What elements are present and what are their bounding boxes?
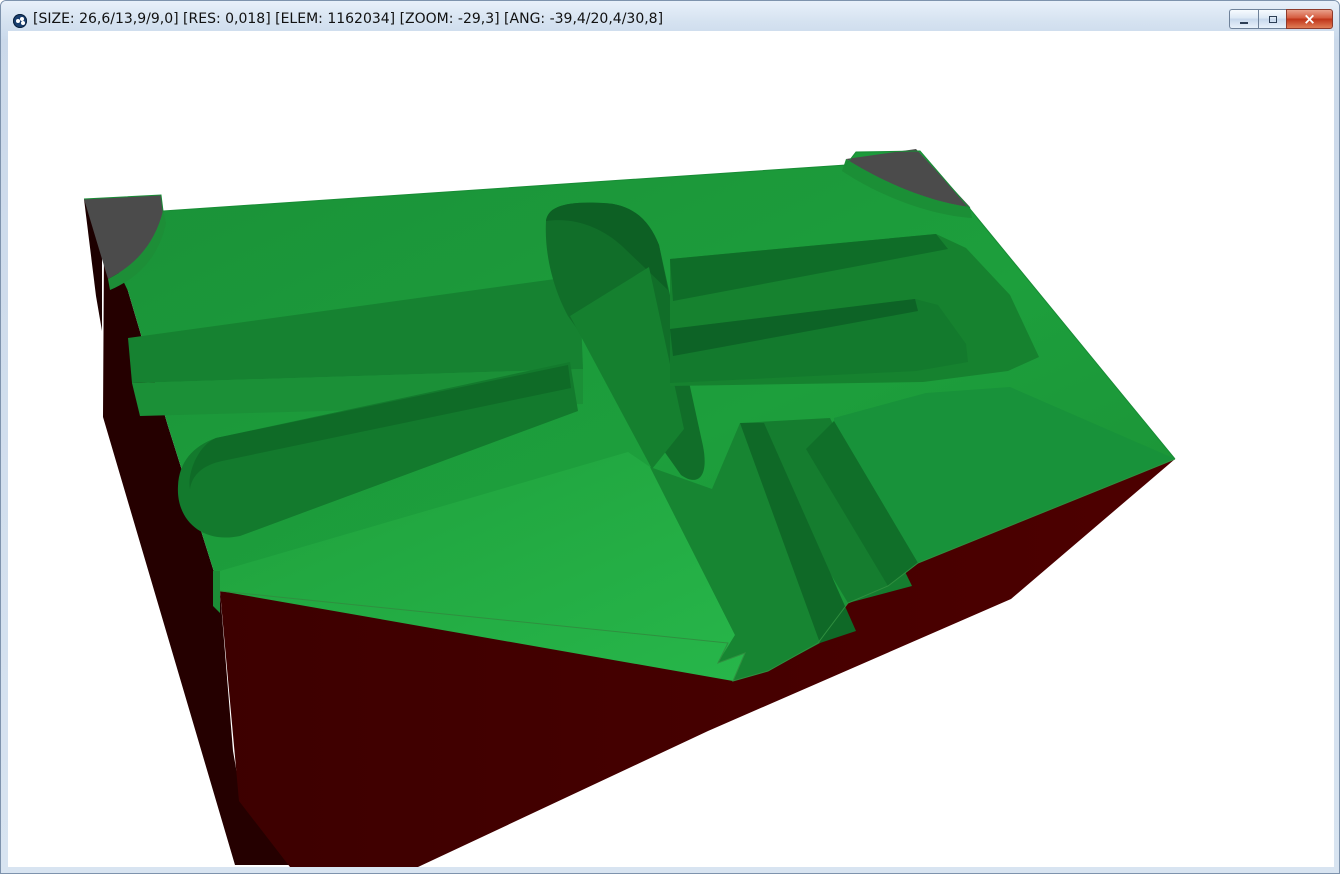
- raised-panel-left-edge: [213, 571, 220, 613]
- paw-icon: [13, 13, 27, 28]
- close-icon: ×: [1303, 9, 1316, 28]
- window-controls: ×: [1229, 9, 1333, 29]
- 3d-viewport[interactable]: [8, 31, 1334, 867]
- minimize-icon: [1240, 22, 1248, 24]
- minimize-button[interactable]: [1229, 9, 1258, 29]
- close-button[interactable]: ×: [1286, 9, 1333, 29]
- restore-icon: [1268, 15, 1277, 23]
- 3d-model-render[interactable]: [8, 31, 1334, 867]
- restore-button[interactable]: [1258, 9, 1286, 29]
- window-title: [SIZE: 26,6/13,9/9,0] [RES: 0,018] [ELEM…: [33, 11, 664, 27]
- application-window: [SIZE: 26,6/13,9/9,0] [RES: 0,018] [ELEM…: [0, 0, 1340, 874]
